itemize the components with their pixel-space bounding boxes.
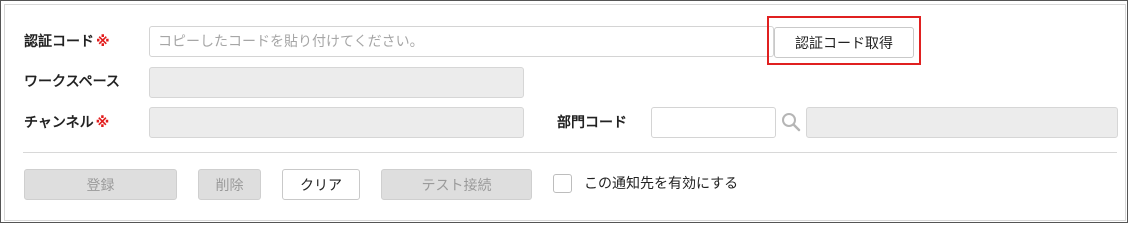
test-connection-button[interactable]: テスト接続 bbox=[381, 169, 532, 200]
enable-notification-checkbox[interactable] bbox=[553, 174, 572, 193]
register-button[interactable]: 登録 bbox=[24, 169, 177, 200]
channel-label: チャンネル ※ bbox=[24, 114, 109, 132]
auth-code-label: 認証コード ※ bbox=[24, 33, 110, 51]
channel-field bbox=[149, 107, 524, 138]
department-name-field bbox=[806, 107, 1118, 138]
auth-code-label-text: 認証コード bbox=[24, 34, 94, 50]
workspace-label: ワークスペース bbox=[24, 74, 120, 90]
get-auth-code-button[interactable]: 認証コード取得 bbox=[774, 27, 914, 58]
required-mark: ※ bbox=[96, 34, 110, 50]
workspace-field bbox=[149, 67, 524, 98]
divider bbox=[23, 152, 1117, 153]
delete-button[interactable]: 削除 bbox=[198, 169, 261, 200]
department-code-label: 部門コード bbox=[557, 115, 627, 131]
auth-code-input[interactable] bbox=[149, 26, 774, 57]
enable-notification-label[interactable]: この通知先を有効にする bbox=[584, 175, 738, 193]
channel-label-text: チャンネル bbox=[24, 115, 94, 131]
clear-button[interactable]: クリア bbox=[282, 169, 360, 200]
required-mark: ※ bbox=[95, 115, 110, 131]
department-code-input[interactable] bbox=[651, 107, 776, 138]
search-icon[interactable] bbox=[781, 112, 801, 132]
